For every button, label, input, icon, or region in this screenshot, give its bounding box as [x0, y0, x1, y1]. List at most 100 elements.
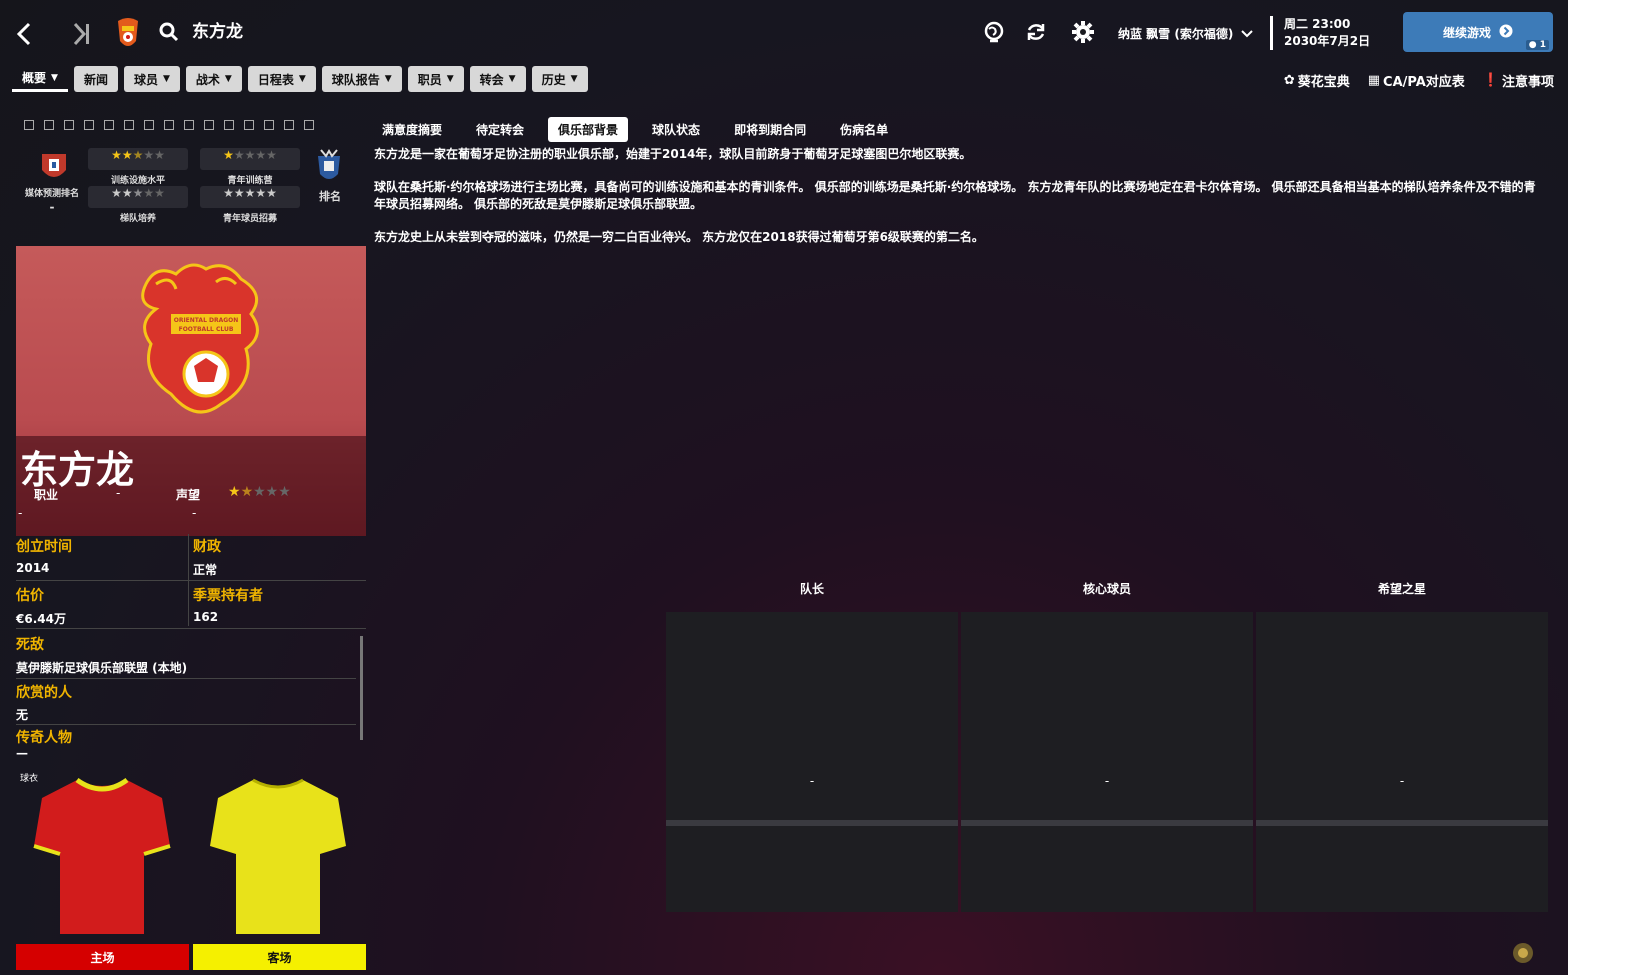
- key-player-card[interactable]: -: [961, 612, 1253, 912]
- tab-injury-list[interactable]: 伤病名单: [830, 117, 898, 142]
- founded-label: 创立时间: [16, 539, 72, 555]
- checkbox[interactable]: [224, 120, 234, 130]
- checkbox[interactable]: [284, 120, 294, 130]
- checkbox[interactable]: [124, 120, 134, 130]
- checkbox[interactable]: [84, 120, 94, 130]
- key-player-title: 核心球员: [1082, 582, 1131, 596]
- checkbox[interactable]: [64, 120, 74, 130]
- squad-development-label: 梯队培养: [119, 214, 156, 224]
- season-ticket-label: 季票持有者: [193, 588, 263, 604]
- hope-star-card[interactable]: -: [1256, 612, 1548, 912]
- tab-team-status[interactable]: 球队状态: [642, 117, 710, 142]
- chevron-down-icon: ▼: [298, 74, 306, 84]
- checkbox[interactable]: [204, 120, 214, 130]
- search-icon[interactable]: [158, 20, 180, 44]
- club-type-value: -: [116, 486, 121, 500]
- back-arrow-icon[interactable]: [10, 18, 38, 50]
- link-label: 葵花宝典: [1297, 75, 1350, 90]
- training-facilities-stars: ★★★★★: [88, 148, 188, 170]
- sub-tabs: 满意度摘要 待定转会 俱乐部背景 球队状态 即将到期合同 伤病名单: [372, 117, 898, 142]
- nav-label: 球员: [133, 72, 158, 87]
- nav-news[interactable]: 新闻: [73, 66, 118, 92]
- main-nav: 概要 ▼ 新闻 球员 ▼ 战术 ▼ 日程表 ▼ 球队报告 ▼ 职员 ▼ 转会 ▼ 历史 ▼: [12, 66, 588, 94]
- club-hero: ORIENTAL DRAGON FOOTBALL CLUB 东方龙 职业 - 声…: [16, 246, 366, 536]
- link-ca-pa[interactable]: ▦ CA/PA对应表: [1368, 71, 1465, 90]
- chevron-down-icon: ▼: [446, 74, 454, 84]
- background-paragraph: 球队在桑托斯·约尔格球场进行主场比赛，具备尚可的训练设施和基本的青训条件。 俱乐…: [374, 180, 1536, 211]
- tab-pending-transfers[interactable]: 待定转会: [466, 117, 534, 142]
- nav-overview[interactable]: 概要 ▼: [12, 66, 68, 92]
- valuation-value: €6.44万: [16, 612, 66, 626]
- grid-icon: ▦: [1367, 73, 1381, 88]
- tab-satisfaction[interactable]: 满意度摘要: [372, 117, 452, 142]
- manager-selector[interactable]: 纳蓝 飘雪 (索尔福德): [1118, 25, 1254, 42]
- tab-expiring-contracts[interactable]: 即将到期合同: [724, 117, 816, 142]
- continue-button[interactable]: 继续游戏 ● 1: [1403, 12, 1553, 52]
- inbox-count: 1: [1539, 40, 1546, 50]
- divider: [1256, 820, 1548, 826]
- media-rank-label: 媒体预测排名: [24, 189, 79, 199]
- divider: [16, 678, 356, 679]
- nav-label: 日程表: [257, 72, 294, 87]
- globe-icon[interactable]: [982, 20, 1006, 44]
- nav-transfers[interactable]: 转会 ▼: [469, 66, 526, 92]
- portugal-crest-icon: [40, 150, 68, 188]
- divider: [1270, 16, 1273, 50]
- page-title: 东方龙: [192, 22, 243, 42]
- gear-icon[interactable]: [1070, 19, 1096, 45]
- admired-label: 欣赏的人: [16, 685, 72, 701]
- refresh-icon[interactable]: [1024, 20, 1048, 44]
- valuation-label: 估价: [16, 588, 44, 604]
- info-icon: ❗: [1482, 73, 1499, 88]
- scrollbar[interactable]: [360, 636, 363, 740]
- crest-text-1: ORIENTAL DRAGON: [174, 317, 239, 324]
- link-label: 注意事项: [1501, 75, 1554, 90]
- finance-label: 财政: [193, 539, 221, 555]
- hero-extra-value: -: [18, 506, 23, 520]
- link-notes[interactable]: ❗ 注意事项: [1483, 71, 1554, 90]
- nav-schedule[interactable]: 日程表 ▼: [247, 66, 316, 92]
- reputation-label: 声望: [176, 488, 201, 502]
- nav-tactics[interactable]: 战术 ▼: [185, 66, 242, 92]
- checkbox[interactable]: [184, 120, 194, 130]
- media-rank-value: -: [49, 200, 55, 214]
- checkbox[interactable]: [144, 120, 154, 130]
- admired-value: 无: [16, 708, 29, 722]
- rival-value[interactable]: 莫伊滕斯足球俱乐部联盟 (本地): [16, 659, 187, 676]
- checkbox[interactable]: [44, 120, 54, 130]
- nav-history[interactable]: 历史 ▼: [531, 66, 588, 92]
- checkbox[interactable]: [164, 120, 174, 130]
- divider: [961, 820, 1253, 826]
- hero-extra-value: -: [192, 506, 197, 520]
- checkbox[interactable]: [104, 120, 114, 130]
- away-kit-label[interactable]: 客场: [193, 944, 366, 970]
- rival-label: 死敌: [16, 637, 44, 653]
- link-guide[interactable]: ✿ 葵花宝典: [1284, 71, 1350, 90]
- key-player-value: -: [1104, 774, 1110, 788]
- divider: [666, 820, 958, 826]
- day-time: 周二 23:00: [1284, 17, 1351, 31]
- checkbox[interactable]: [304, 120, 314, 130]
- nav-staff[interactable]: 职员 ▼: [407, 66, 464, 92]
- background-paragraph: 东方龙史上从未尝到夺冠的滋味，仍然是一穷二白百业待兴。 东方龙仅在2018获得过…: [374, 230, 984, 244]
- club-crest-small-icon[interactable]: [112, 14, 144, 52]
- captain-card[interactable]: -: [666, 612, 958, 912]
- checkbox[interactable]: [244, 120, 254, 130]
- club-type-label: 职业: [34, 488, 59, 502]
- club-background-text: 东方龙是一家在葡萄牙足协注册的职业俱乐部，始建于2014年，球队目前跻身于葡萄牙…: [374, 146, 1544, 262]
- checkbox[interactable]: [24, 120, 34, 130]
- home-kit-label[interactable]: 主场: [16, 944, 189, 970]
- rank-label: 排名: [319, 190, 341, 203]
- nav-players[interactable]: 球员 ▼: [123, 66, 180, 92]
- tab-club-background[interactable]: 俱乐部背景: [548, 117, 629, 142]
- captain-title: 队长: [799, 582, 824, 596]
- skip-forward-icon[interactable]: [68, 18, 96, 50]
- nav-label: 转会: [479, 72, 504, 87]
- club-ratings: 媒体预测排名 - ★★★★★ 训练设施水平 ★★★★★ 青年训练营 ★★★★★ …: [16, 148, 366, 232]
- league-crest-icon: [314, 148, 344, 188]
- background-paragraph: 东方龙是一家在葡萄牙足协注册的职业俱乐部，始建于2014年，球队目前跻身于葡萄牙…: [374, 147, 972, 161]
- nav-team-report[interactable]: 球队报告 ▼: [321, 66, 402, 92]
- checkbox[interactable]: [264, 120, 274, 130]
- divider: [16, 580, 366, 581]
- manager-name: 纳蓝 飘雪 (索尔福德): [1118, 27, 1234, 41]
